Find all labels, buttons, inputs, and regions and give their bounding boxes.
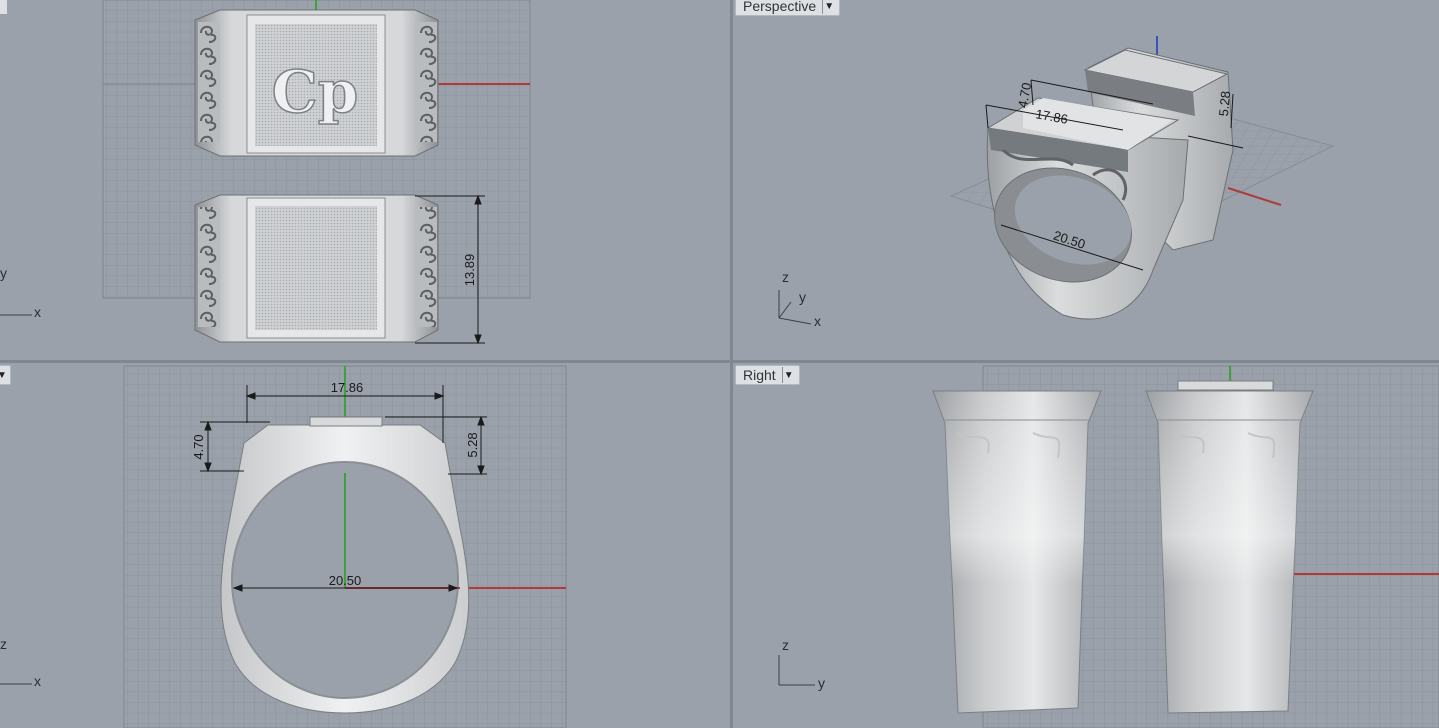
axis-gizmo-right xyxy=(778,655,815,686)
axis-z-label: z xyxy=(782,269,789,285)
viewport-label-perspective[interactable]: Perspective ▼ xyxy=(735,0,841,16)
axis-x-label: x xyxy=(34,673,41,689)
top-view-canvas: Cp 13.89 xyxy=(0,0,531,345)
ring-top-view-lower xyxy=(194,194,439,343)
axis-z-label: z xyxy=(782,637,789,653)
viewport-top[interactable]: Cp 13.89 y x xyxy=(0,0,730,360)
axis-z-label: z xyxy=(0,636,7,652)
front-dim-20-50: 20.50 xyxy=(329,573,362,588)
axis-x-label: x xyxy=(34,304,41,320)
viewport-label-right[interactable]: Right ▼ xyxy=(735,365,800,385)
persp-dim-5-28: 5.28 xyxy=(1216,90,1233,117)
axis-y-label: y xyxy=(799,289,806,305)
front-dim-4-70: 4.70 xyxy=(191,434,206,459)
dim-label-top: 13.89 xyxy=(462,254,477,287)
perspective-canvas: 4.70 17.86 5.28 20.50 xyxy=(778,36,1335,325)
front-dim-5-28: 5.28 xyxy=(465,432,480,457)
axis-y-label: y xyxy=(0,265,7,281)
viewport-label-top-fragment[interactable] xyxy=(0,0,8,14)
viewport-title: Right xyxy=(743,367,776,383)
chevron-down-icon[interactable]: ▼ xyxy=(781,367,795,383)
chevron-down-icon[interactable]: ▼ xyxy=(822,0,835,14)
ring-front-view xyxy=(220,416,470,714)
front-dim-17-86: 17.86 xyxy=(331,380,364,395)
ring-right-view-left xyxy=(932,390,1102,714)
right-view-canvas xyxy=(778,365,1439,728)
engraving-text: Cp xyxy=(272,58,359,126)
chevron-down-icon[interactable]: ▼ xyxy=(0,367,8,383)
front-view-canvas: 17.86 4.70 5.28 20.50 xyxy=(0,365,567,728)
axis-y-label: y xyxy=(818,675,825,691)
viewport-front[interactable]: 17.86 4.70 5.28 20.50 ▼ z x xyxy=(0,363,730,728)
x-axis-line-persp xyxy=(1227,187,1282,206)
viewport-perspective[interactable]: 4.70 17.86 5.28 20.50 Perspective ▼ z y … xyxy=(733,0,1439,360)
viewport-right[interactable]: Right ▼ z y xyxy=(733,363,1439,728)
axis-gizmo-perspective xyxy=(778,290,812,325)
viewport-title: Perspective xyxy=(743,0,817,14)
ring-perspective-front xyxy=(986,97,1189,320)
axis-x-label: x xyxy=(814,313,821,329)
viewport-label-front[interactable]: ▼ xyxy=(0,365,11,385)
ring-right-view-right xyxy=(1145,380,1314,714)
